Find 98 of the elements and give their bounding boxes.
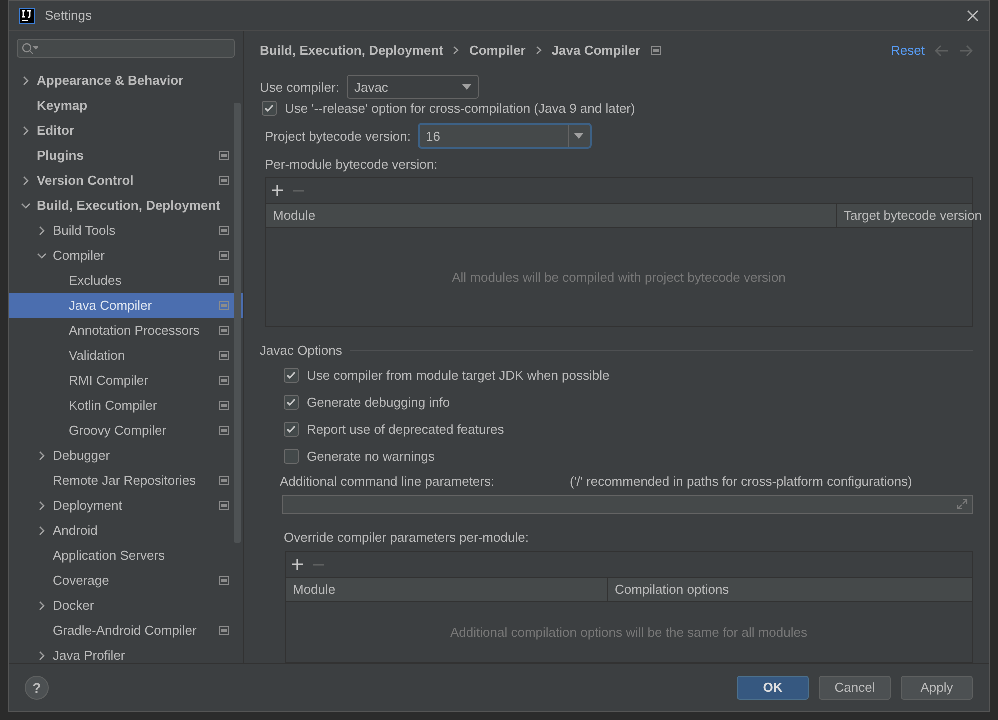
checkbox-label: Report use of deprecated features (307, 422, 504, 437)
field-label: Override compiler parameters per-module: (283, 530, 530, 545)
chevron-right-icon[interactable] (37, 650, 47, 660)
checkbox-label: Generate no warnings (307, 449, 435, 464)
checkbox-label: Generate debugging info (307, 395, 450, 410)
sidebar-item[interactable]: Coverage (9, 568, 243, 593)
app-logo-icon (19, 8, 35, 24)
project-scope-icon (219, 376, 229, 385)
chevron-right-icon[interactable] (37, 526, 47, 536)
chevron-right-icon (453, 46, 460, 55)
checkbox[interactable] (284, 395, 299, 410)
add-icon[interactable] (272, 185, 283, 196)
checkbox-label: Use compiler from module target JDK when possible (307, 368, 610, 383)
sidebar-item[interactable]: RMI Compiler (9, 368, 243, 393)
sidebar-item[interactable]: Appearance & Behavior (9, 68, 243, 93)
hint-text: ('/' recommended in paths for cross-platform configurations) (570, 474, 912, 489)
empty-table-text: All modules will be compiled with project bytecode version (451, 268, 787, 287)
dropdown-arrow-icon (574, 133, 584, 139)
breadcrumb-item: Build, Execution, Deployment (260, 43, 444, 58)
dropdown-arrow-icon (462, 84, 472, 90)
breadcrumb-item: Compiler (469, 43, 526, 58)
sidebar-item[interactable]: Editor (9, 118, 243, 143)
sidebar-item[interactable]: Groovy Compiler (9, 418, 243, 443)
add-icon[interactable] (292, 559, 303, 570)
window-title: Settings (45, 8, 93, 23)
sidebar-item[interactable]: Build, Execution, Deployment (9, 193, 243, 218)
sidebar-item[interactable]: Deployment (9, 493, 243, 518)
sidebar-item[interactable]: Docker (9, 593, 243, 618)
close-icon[interactable] (967, 10, 979, 22)
parameters-input[interactable] (282, 495, 973, 514)
sidebar-item[interactable]: Java Profiler (9, 643, 243, 663)
dialog-button[interactable]: Apply (901, 676, 973, 700)
column-header[interactable]: Target bytecode version (836, 204, 989, 227)
field-label: Project bytecode version: (265, 128, 411, 144)
ok-button[interactable]: OK (737, 676, 809, 700)
sidebar-item[interactable]: Plugins (9, 143, 243, 168)
checkbox[interactable] (262, 101, 277, 116)
checkbox[interactable] (284, 422, 299, 437)
chevron-right-icon[interactable] (37, 600, 47, 610)
help-button[interactable]: ? (25, 676, 49, 700)
checkbox[interactable] (284, 368, 299, 383)
chevron-down-icon[interactable] (37, 250, 47, 260)
chevron-right-icon (536, 46, 542, 55)
expand-icon[interactable] (957, 499, 968, 510)
search-icon (22, 42, 38, 54)
compiler-dropdown[interactable]: Javac (347, 75, 480, 99)
checkbox-label: Use '--release' option for cross-compilation (Java 9 and later) (285, 101, 636, 116)
project-scope-icon (219, 626, 229, 635)
project-scope-icon (219, 176, 229, 185)
field-label: Use compiler: (260, 80, 340, 94)
project-scope-icon (650, 46, 661, 55)
project-scope-icon (219, 351, 229, 360)
project-scope-icon (219, 401, 229, 410)
chevron-right-icon[interactable] (37, 500, 47, 510)
chevron-right-icon[interactable] (21, 76, 31, 86)
project-scope-icon (219, 576, 229, 585)
section-title: Javac Options (260, 343, 342, 358)
sidebar-item[interactable]: Build Tools (9, 218, 243, 243)
column-header[interactable]: Module (266, 204, 836, 227)
field-label: Additional command line parameters: (280, 474, 496, 489)
project-scope-icon (219, 476, 229, 485)
sidebar-item[interactable]: Version Control (9, 168, 243, 193)
project-scope-icon (219, 501, 229, 510)
reset-link[interactable]: Reset (891, 43, 925, 58)
sidebar-item[interactable]: Annotation Processors (9, 318, 243, 343)
sidebar-item[interactable]: Excludes (9, 268, 243, 293)
sidebar-item[interactable]: Debugger (9, 443, 243, 468)
project-scope-icon (219, 151, 229, 160)
project-scope-icon (219, 326, 229, 335)
column-header[interactable]: Compilation options (607, 578, 972, 601)
chevron-down-icon[interactable] (21, 200, 31, 210)
sidebar-item[interactable]: Validation (9, 343, 243, 368)
sidebar-item[interactable]: Java Compiler (9, 293, 243, 318)
scrollbar[interactable] (234, 103, 241, 543)
sidebar-item[interactable]: Remote Jar Repositories (9, 468, 243, 493)
project-scope-icon (219, 426, 229, 435)
chevron-right-icon[interactable] (37, 226, 47, 236)
column-header[interactable]: Module (286, 578, 607, 601)
empty-table-text: Additional compilation options will be the same for all modules (450, 624, 808, 642)
field-label: Per-module bytecode version: (264, 157, 439, 172)
search-field[interactable] (17, 39, 235, 58)
sidebar-item[interactable]: Android (9, 518, 243, 543)
sidebar-item[interactable]: Compiler (9, 243, 243, 268)
chevron-right-icon[interactable] (21, 126, 31, 136)
project-scope-icon (219, 301, 229, 310)
bytecode-version-combo[interactable]: 16 (418, 124, 591, 148)
sidebar-item[interactable]: Application Servers (9, 543, 243, 568)
checkbox[interactable] (284, 449, 299, 464)
sidebar-item[interactable]: Gradle-Android Compiler (9, 618, 243, 643)
project-scope-icon (219, 251, 229, 260)
breadcrumb-item: Java Compiler (552, 43, 641, 58)
chevron-right-icon[interactable] (21, 176, 31, 186)
chevron-right-icon[interactable] (37, 450, 47, 460)
sidebar-item[interactable]: Keymap (9, 93, 243, 118)
sidebar-item[interactable]: Kotlin Compiler (9, 393, 243, 418)
dialog-button[interactable]: Cancel (819, 676, 891, 700)
project-scope-icon (219, 226, 229, 235)
project-scope-icon (219, 276, 229, 285)
